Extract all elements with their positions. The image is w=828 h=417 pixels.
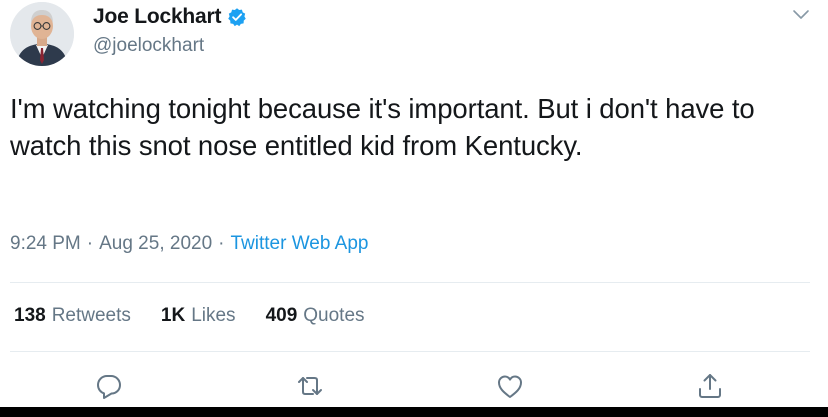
retweets-stat[interactable]: 138 Retweets — [14, 305, 131, 327]
retweets-count: 138 — [14, 305, 46, 326]
tweet-text: I'm watching tonight because it's import… — [10, 93, 755, 161]
quotes-count: 409 — [265, 305, 298, 326]
likes-stat[interactable]: 1K Likes — [161, 305, 236, 327]
tweet-source-link[interactable]: Twitter Web App — [230, 233, 368, 254]
author-display-name[interactable]: Joe Lockhart — [93, 5, 222, 29]
reply-icon[interactable] — [95, 372, 123, 400]
author-handle[interactable]: @joelockhart — [93, 35, 204, 57]
like-icon[interactable] — [496, 372, 524, 400]
author-name-row[interactable]: Joe Lockhart — [93, 5, 247, 29]
tweet-time[interactable]: 9:24 PM — [10, 233, 81, 254]
retweet-icon[interactable] — [296, 372, 324, 400]
likes-count: 1K — [160, 305, 186, 326]
avatar[interactable] — [10, 2, 74, 66]
tweet-meta: 9:24 PM · Aug 25, 2020 · Twitter Web App — [10, 233, 368, 255]
tweet-actions — [0, 372, 828, 402]
tweet-date[interactable]: Aug 25, 2020 — [99, 233, 212, 254]
screen-edge-bar — [0, 407, 828, 417]
share-icon[interactable] — [696, 372, 724, 400]
chevron-down-icon[interactable] — [792, 8, 810, 20]
tweet-stats: 138 Retweets 1K Likes 409 Quotes — [14, 305, 365, 327]
quotes-label: Quotes — [303, 305, 365, 326]
meta-separator: · — [86, 233, 94, 254]
meta-separator: · — [218, 233, 225, 254]
quotes-stat[interactable]: 409 Quotes — [266, 305, 365, 327]
tweet-card: Joe Lockhart @joelockhart I'm watching t… — [0, 0, 828, 407]
retweets-label: Retweets — [51, 305, 131, 326]
divider — [10, 282, 810, 283]
verified-badge-icon — [227, 7, 247, 27]
divider — [10, 351, 810, 352]
avatar-image — [10, 2, 74, 66]
likes-label: Likes — [191, 305, 236, 326]
